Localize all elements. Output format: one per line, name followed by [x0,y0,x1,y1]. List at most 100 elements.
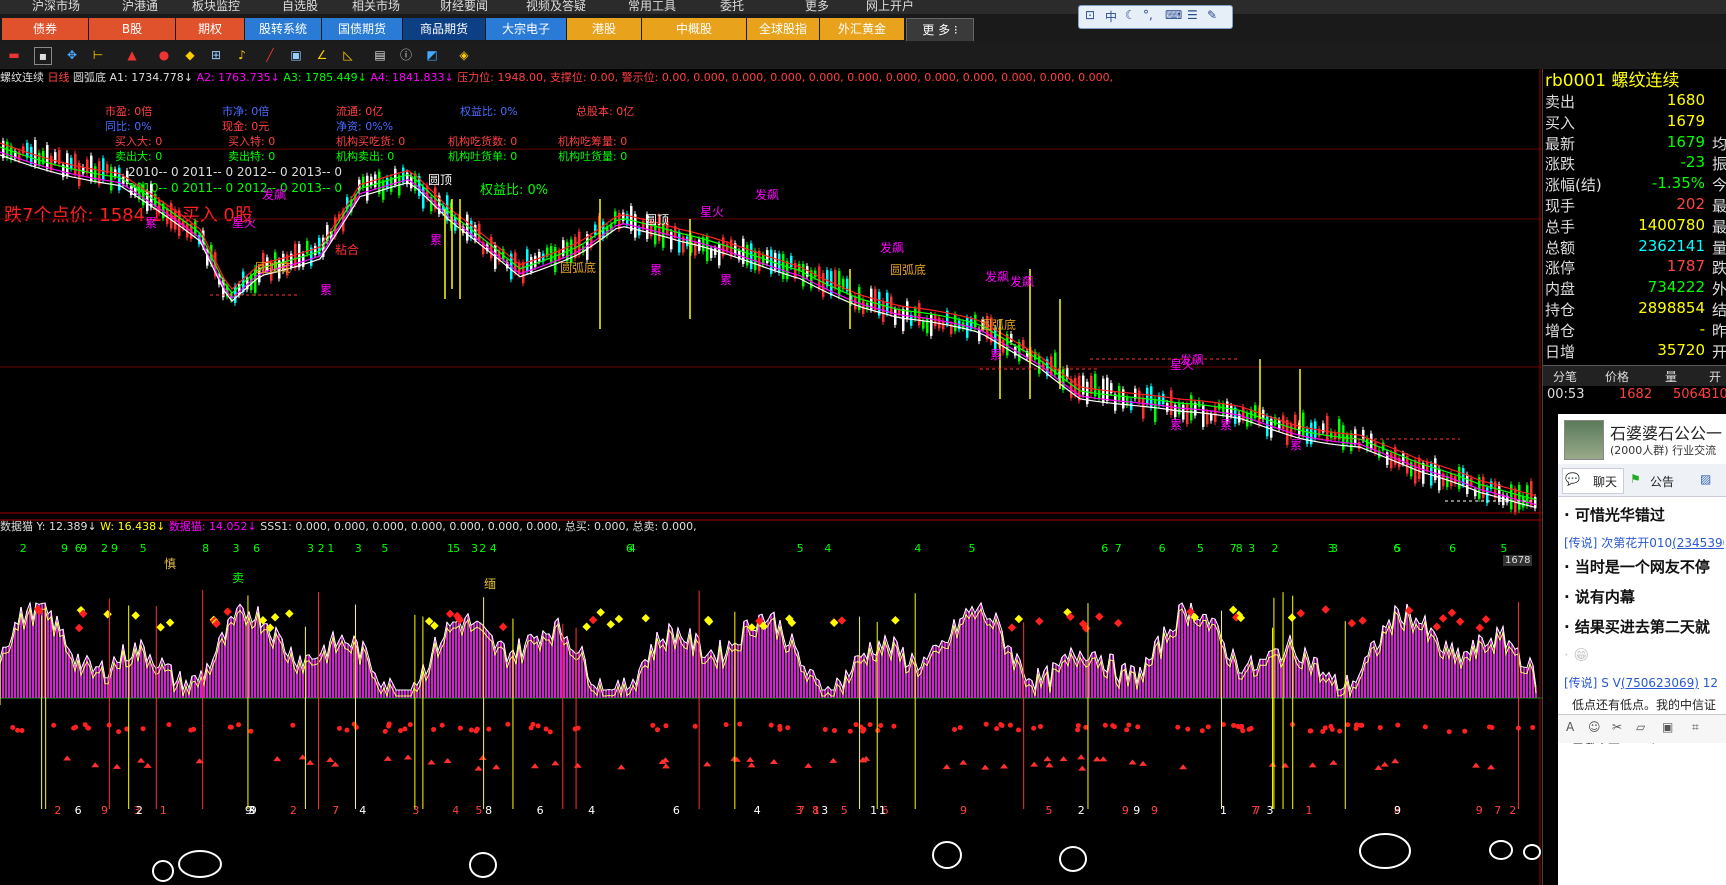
tab-b-shares[interactable]: B股 [89,18,175,40]
arrow-signal [474,765,483,771]
count-label: 9 [80,542,87,555]
warning-icon[interactable]: ◆ [182,47,198,63]
keyboard-icon[interactable]: ⌨ [1165,8,1182,22]
tick-header-label[interactable]: 分笔 [1553,368,1577,385]
tab-bulk-commodities[interactable]: 大宗电子 [486,18,566,40]
image-send-icon[interactable]: ▣ [1662,720,1673,734]
menu-item-tools[interactable]: 常用工具 [628,0,676,14]
candle-body [934,314,937,327]
quote-panel: rb0001 螺纹连续 卖出 1680 买入 1679 最新 1679 均涨跌 -23 振涨幅(… [1542,69,1726,414]
window-icon[interactable]: ▪ [34,47,52,65]
chat-message: 低点还有低点。我的中信证 [1572,698,1717,712]
table-icon[interactable]: ▤ [372,47,388,63]
draw-line-icon[interactable]: ╱ [262,47,278,63]
menu-item-sector-monitor[interactable]: 板块监控 [192,0,240,14]
menu-item-video[interactable]: 视频及答疑 [526,0,586,14]
chat-meta-part: 次第花开010 [1601,536,1673,550]
chat-input-box[interactable] [1560,744,1724,884]
font-icon[interactable]: A [1566,720,1574,734]
tab-china-concept[interactable]: 中概股 [642,18,746,40]
candle-body [102,158,105,181]
trade-icon[interactable]: ▬ [6,47,22,63]
tab-neeq[interactable]: 股转系统 [245,18,321,40]
pin-icon[interactable]: ▲ [124,47,140,63]
pattern-tag: 发飙 [1010,274,1034,289]
move-icon[interactable]: ✥ [64,47,80,63]
dot-signal [407,722,413,728]
dot-signal [1126,722,1132,728]
dot-signal [543,726,549,732]
binoculars-icon[interactable]: ⊞ [208,47,224,63]
pattern-tag: 圆弧底 [980,317,1016,332]
tab-more[interactable]: 更 多 ⁝ [906,18,974,42]
quote-row: 日增 35720 开 [1545,341,1726,361]
ime-floating-toolbar[interactable]: ⊡ 中 ☾ °, ⌨ ☰ ✎ [1078,5,1233,29]
ruler-icon[interactable]: ◺ [340,47,356,63]
chart-icon[interactable]: ◩ [424,47,440,63]
moon-icon[interactable]: ☾ [1125,8,1136,22]
count-label: 6 [1393,542,1400,555]
chat-meta-part: (2345390 [1672,536,1724,550]
quote-row-value: 1680 [1666,91,1705,109]
sub-values: SSS1: 0.000, 0.000, 0.000, 0.000, 0.000,… [260,520,697,533]
dot-signal [853,722,859,728]
tab-bonds[interactable]: 债券 [2,18,88,40]
attach-icon[interactable]: ⌗ [1692,720,1699,735]
menu-item-open-account[interactable]: 网上开户 [866,0,914,14]
diamond-signal [1347,618,1357,628]
candle-body [34,140,37,166]
candle-body [74,153,77,175]
menu-item-order[interactable]: 委托 [720,0,744,14]
bell-icon[interactable]: ♪ [234,47,250,63]
count-label: 5 [841,804,848,817]
tab-notice-label[interactable]: 公告 [1650,473,1674,490]
dot-signal [402,726,408,732]
count-label: 9 [101,804,108,817]
dot-signal [878,723,884,729]
group-name[interactable]: 石婆婆石公公一 [1610,420,1722,444]
arrow-signal [1000,763,1009,769]
menu-icon[interactable]: ☰ [1187,8,1198,22]
quote-row-value: 734222 [1647,278,1705,297]
chat-panel[interactable]: 石婆婆石公公一 (2000人群) 行业交流 💬 聊天 ⚑ 公告 ▨ · 可惜光华… [1558,414,1726,885]
menu-item-finance-news[interactable]: 财经要闻 [440,0,488,14]
ime-lang-label[interactable]: 中 [1105,8,1117,25]
count-label: 1 [813,804,820,817]
group-avatar[interactable] [1564,420,1604,460]
crosshair-icon[interactable]: ⊢ [90,47,106,63]
indicator-icon[interactable]: ● [156,47,172,63]
wrench-icon[interactable]: ✎ [1207,8,1217,22]
candle-body [534,255,537,267]
menu-item-more[interactable]: 更多 [805,0,829,14]
tab-options[interactable]: 期权 [176,18,244,40]
tab-hk-stocks[interactable]: 港股 [567,18,641,40]
scissors-icon[interactable]: ✂ [1612,720,1622,734]
angle-icon[interactable]: ∠ [314,47,330,63]
quote-row: 卖出 1680 [1545,91,1726,111]
kline-chart-area[interactable]: 螺纹连续 日线 圆弧底 A1: 1734.778↓ A2: 1763.735↓ … [0,69,1542,885]
menu-item-market[interactable]: 沪深市场 [32,0,80,14]
candle-body [1186,404,1189,425]
tab-chat[interactable]: 💬 聊天 [1562,468,1624,494]
info-icon[interactable]: ⓘ [398,47,414,63]
candle-body [882,301,885,322]
menu-item-watchlist[interactable]: 自选股 [282,0,318,14]
quote-row-label: 增仓 [1545,321,1576,340]
tab-treasury-futures[interactable]: 国债期货 [322,18,402,40]
menu-item-hk-connect[interactable]: 沪港通 [122,0,158,14]
emoji-icon[interactable]: ☺ [1588,720,1601,734]
tab-commodity-futures[interactable]: 商品期货 [403,18,485,40]
count-label: 2 [1078,804,1085,817]
tab-global-index[interactable]: 全球股指 [747,18,819,40]
diamond-icon[interactable]: ◈ [456,47,472,63]
dot-signal [1329,726,1335,732]
count-label: 4 [629,542,636,555]
menu-item-related-market[interactable]: 相关市场 [352,0,400,14]
album-icon[interactable]: ▨ [1700,472,1711,486]
chat-message: [传说] S V(750623069) 12 [1564,674,1724,691]
tab-forex-gold[interactable]: 外汇黄金 [820,18,904,40]
image-icon[interactable]: ▣ [288,47,304,63]
punctuation-icon[interactable]: °, [1143,8,1153,22]
candle-body [786,261,789,280]
gift-icon[interactable]: ▱ [1636,720,1645,734]
